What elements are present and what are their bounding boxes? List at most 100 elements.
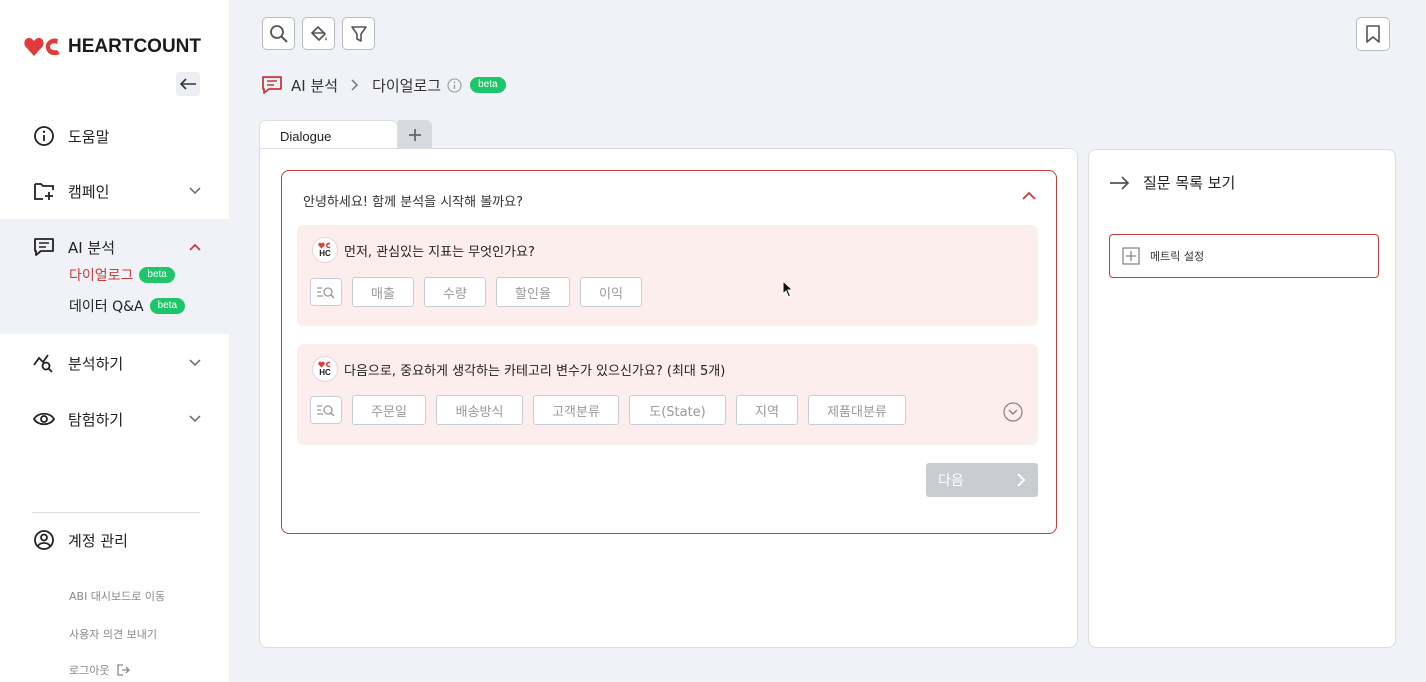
analysis-icon [32,351,56,375]
dialogue-panel: 안녕하세요! 함께 분석을 시작해 볼까요? HC 먼저, 관심있는 지표는 무… [259,148,1078,648]
bookmark-icon [1366,25,1380,43]
info-icon [32,124,56,148]
dialog-card: 안녕하세요! 함께 분석을 시작해 볼까요? HC 먼저, 관심있는 지표는 무… [281,170,1057,534]
tab-dialogue[interactable]: Dialogue [259,120,398,150]
chevron-down-icon [189,359,201,367]
sidebar-item-label: 분석하기 [68,354,124,373]
sidebar: HEARTCOUNT 도움말 캠페인 AI 분석 다이얼로그 beta 데이터 … [0,0,229,682]
beta-badge: beta [139,267,175,283]
sidebar-item-label: 캠페인 [68,182,110,201]
logo[interactable]: HEARTCOUNT [24,36,201,58]
filter-button[interactable] [342,17,375,50]
breadcrumb-current: 다이얼로그 [372,76,442,95]
chevron-down-icon [189,415,201,423]
chevron-down-icon [189,187,201,195]
question-block-category: HC 다음으로, 중요하게 생각하는 카테고리 변수가 있으신가요? (최대 5… [297,344,1038,445]
chat-icon [32,235,56,259]
arrow-right-icon [1110,175,1130,190]
question-text: 다음으로, 중요하게 생각하는 카테고리 변수가 있으신가요? (최대 5개) [344,363,726,379]
list-search-icon [317,287,335,299]
sidebar-item-label: AI 분석 [68,238,116,257]
option-search-button[interactable] [310,278,342,306]
next-button-label: 다음 [938,473,964,489]
logout-link[interactable]: 로그아웃 [69,662,131,678]
add-tab-button[interactable] [398,120,432,150]
sidebar-item-label: 도움말 [68,127,110,146]
bookmark-button[interactable] [1356,17,1390,51]
heart-icon [318,361,331,368]
list-search-icon [317,405,335,417]
theme-button[interactable] [302,17,335,50]
metric-option-chip[interactable]: 수량 [424,277,486,307]
question-list-header[interactable]: 질문 목록 보기 [1109,172,1235,193]
sidebar-subitem-dialogue[interactable]: 다이얼로그 beta [69,265,175,285]
chevron-right-icon [351,79,359,91]
breadcrumb-parent[interactable]: AI 분석 [291,75,338,96]
footer-link-label: 사용자 의견 보내기 [69,628,157,641]
metric-option-chip[interactable]: 매출 [352,277,414,307]
sidebar-collapse-button[interactable] [176,72,200,96]
plus-icon [409,129,421,141]
expand-options-icon[interactable] [1003,402,1023,422]
question-list-panel: 질문 목록 보기 메트릭 설정 [1088,149,1396,648]
sidebar-item-label: 탐험하기 [68,410,124,429]
heartcount-logo-icon [24,37,60,56]
arrow-left-icon [179,78,196,90]
metric-option-chip[interactable]: 할인율 [496,277,570,307]
question-list-title: 질문 목록 보기 [1143,174,1236,192]
send-feedback-link[interactable]: 사용자 의견 보내기 [69,626,157,642]
metric-settings-label: 메트릭 설정 [1150,250,1205,263]
sidebar-subitem-label: 다이얼로그 [69,268,134,284]
category-options: 주문일 배송방식 고객분류 도(State) 지역 제품대분류 [310,395,906,425]
metric-option-chip[interactable]: 이익 [580,277,642,307]
paint-bucket-icon [310,25,327,41]
dialog-title: 안녕하세요! 함께 분석을 시작해 볼까요? [303,195,524,210]
search-button[interactable] [262,17,295,50]
sidebar-subitem-data-qa[interactable]: 데이터 Q&A beta [69,296,186,316]
sidebar-group-ai: AI 분석 다이얼로그 beta 데이터 Q&A beta [0,219,229,334]
metric-options: 매출 수량 할인율 이익 [310,277,642,307]
next-button[interactable]: 다음 [926,463,1038,497]
chevron-up-icon[interactable] [1022,191,1036,200]
category-option-chip[interactable]: 주문일 [352,395,426,425]
user-circle-icon [32,528,56,552]
sidebar-item-explore[interactable]: 탐험하기 [0,391,229,447]
hc-avatar: HC [312,237,338,263]
category-option-chip[interactable]: 지역 [736,395,798,425]
footer-link-label: 로그아웃 [69,664,110,677]
category-option-chip[interactable]: 배송방식 [436,395,523,425]
hc-avatar-text: HC [319,368,331,377]
hc-avatar-text: HC [319,249,331,258]
option-search-button[interactable] [310,396,342,424]
category-option-chip[interactable]: 도(State) [629,395,726,425]
chevron-right-icon [1017,473,1026,487]
question-header: HC 먼저, 관심있는 지표는 무엇인가요? [312,237,535,263]
category-option-chip[interactable]: 제품대분류 [808,395,906,425]
beta-badge: beta [470,77,506,93]
search-icon [269,24,288,43]
sidebar-item-account[interactable]: 계정 관리 [0,512,229,568]
footer-link-label: ABI 대시보드로 이동 [69,590,166,603]
sidebar-item-analyze[interactable]: 분석하기 [0,335,229,391]
breadcrumb: AI 분석 다이얼로그 beta [261,74,506,96]
brand-name: HEARTCOUNT [68,36,201,57]
eye-icon [32,407,56,431]
abi-dashboard-link[interactable]: ABI 대시보드로 이동 [69,588,165,604]
question-header: HC 다음으로, 중요하게 생각하는 카테고리 변수가 있으신가요? (최대 5… [312,356,725,382]
chat-icon [262,76,282,94]
folder-plus-icon [32,179,56,203]
sidebar-item-label: 계정 관리 [68,531,128,550]
logout-icon [117,664,131,676]
info-icon[interactable] [447,77,462,93]
hc-avatar: HC [312,356,338,382]
category-option-chip[interactable]: 고객분류 [533,395,619,425]
question-block-metric: HC 먼저, 관심있는 지표는 무엇인가요? 매출 수량 할인율 이익 [297,225,1038,326]
metric-settings-button[interactable]: 메트릭 설정 [1109,234,1379,278]
heart-icon [318,242,331,249]
sidebar-subitem-label: 데이터 Q&A [69,299,144,315]
filter-icon [350,25,367,42]
sidebar-item-campaign[interactable]: 캠페인 [0,163,229,219]
sidebar-item-help[interactable]: 도움말 [0,108,229,164]
mouse-cursor-icon [782,280,794,298]
chevron-up-icon [189,243,201,251]
